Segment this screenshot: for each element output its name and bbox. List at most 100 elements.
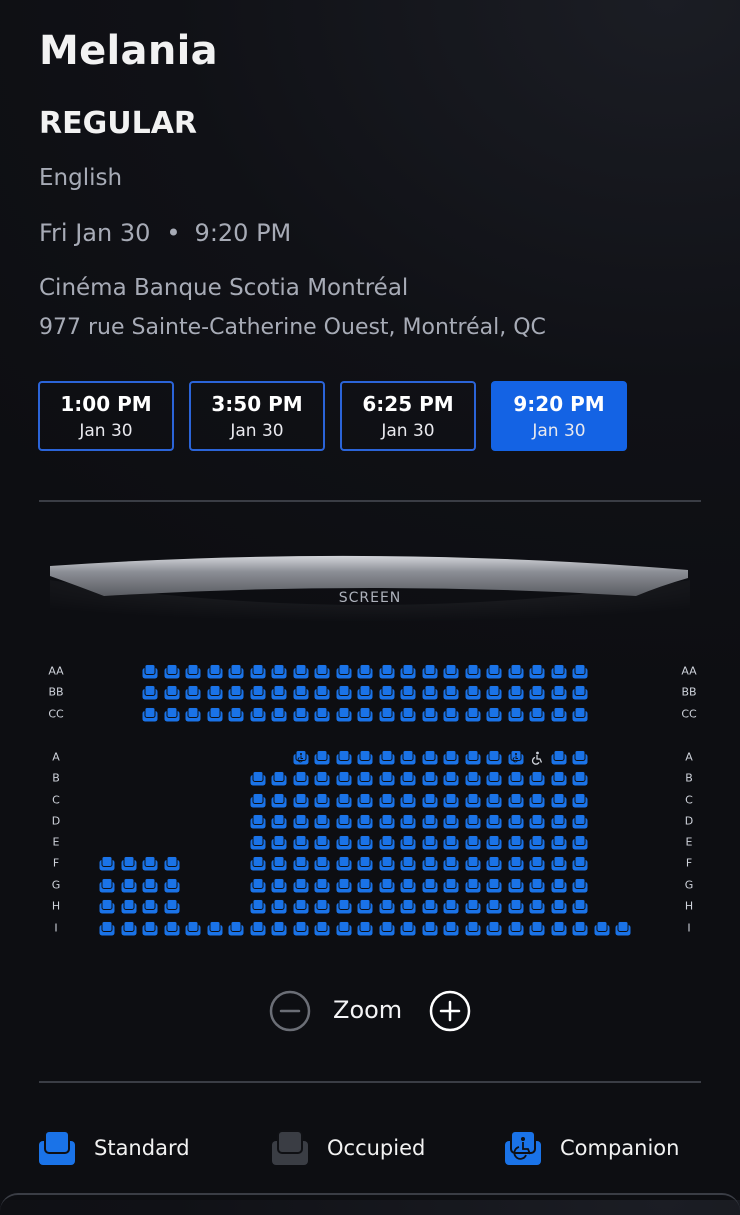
seat[interactable] <box>379 855 395 875</box>
seat[interactable] <box>207 663 223 683</box>
seat[interactable] <box>271 813 287 833</box>
seat[interactable] <box>271 920 287 940</box>
seat[interactable] <box>422 706 438 726</box>
seat[interactable] <box>228 920 244 940</box>
seat[interactable] <box>271 898 287 918</box>
seat[interactable] <box>443 877 459 897</box>
seat[interactable] <box>508 877 524 897</box>
seat[interactable] <box>465 684 481 704</box>
seat[interactable] <box>271 792 287 812</box>
seat[interactable] <box>465 898 481 918</box>
showtime-button-4-selected[interactable]: 9:20 PM Jan 30 <box>491 381 627 451</box>
seat[interactable] <box>465 855 481 875</box>
seat[interactable] <box>551 834 567 854</box>
seat[interactable] <box>443 663 459 683</box>
seat[interactable] <box>336 855 352 875</box>
seat[interactable] <box>400 834 416 854</box>
seat[interactable] <box>422 684 438 704</box>
seat[interactable] <box>551 920 567 940</box>
seat[interactable] <box>400 855 416 875</box>
seat[interactable] <box>443 792 459 812</box>
seat[interactable] <box>486 877 502 897</box>
seat[interactable] <box>293 877 309 897</box>
seat[interactable] <box>99 920 115 940</box>
seat[interactable] <box>336 877 352 897</box>
seat[interactable] <box>228 663 244 683</box>
seat[interactable] <box>271 855 287 875</box>
seat[interactable] <box>336 834 352 854</box>
seat[interactable] <box>529 834 545 854</box>
seat[interactable] <box>572 877 588 897</box>
seat[interactable] <box>185 684 201 704</box>
seat[interactable] <box>529 813 545 833</box>
seat[interactable] <box>250 663 266 683</box>
seat[interactable] <box>422 877 438 897</box>
seat[interactable] <box>357 706 373 726</box>
seat[interactable] <box>379 813 395 833</box>
seat[interactable] <box>551 877 567 897</box>
seat[interactable] <box>422 749 438 769</box>
seat[interactable] <box>572 770 588 790</box>
seat[interactable] <box>250 792 266 812</box>
seat[interactable] <box>572 920 588 940</box>
seat[interactable] <box>336 663 352 683</box>
seat[interactable] <box>164 663 180 683</box>
seat[interactable] <box>336 813 352 833</box>
theater-name[interactable]: Cinéma Banque Scotia Montréal <box>39 275 408 301</box>
seat[interactable] <box>551 898 567 918</box>
seat[interactable] <box>314 663 330 683</box>
seat[interactable] <box>271 877 287 897</box>
seat[interactable] <box>400 792 416 812</box>
seat[interactable] <box>486 663 502 683</box>
seat[interactable] <box>164 877 180 897</box>
seat[interactable] <box>142 920 158 940</box>
seat[interactable] <box>357 770 373 790</box>
seat[interactable] <box>293 684 309 704</box>
seat[interactable] <box>250 898 266 918</box>
seat[interactable] <box>207 684 223 704</box>
seat[interactable] <box>164 684 180 704</box>
seat[interactable] <box>314 813 330 833</box>
seat[interactable] <box>443 855 459 875</box>
seat[interactable] <box>529 663 545 683</box>
seat[interactable] <box>293 663 309 683</box>
seat[interactable] <box>572 813 588 833</box>
seat[interactable] <box>185 706 201 726</box>
seat[interactable] <box>314 770 330 790</box>
seat[interactable] <box>572 855 588 875</box>
seat[interactable] <box>314 706 330 726</box>
seat[interactable] <box>164 706 180 726</box>
seat[interactable] <box>336 749 352 769</box>
seat[interactable] <box>572 792 588 812</box>
seat[interactable] <box>529 792 545 812</box>
seat[interactable] <box>142 663 158 683</box>
seat[interactable] <box>357 684 373 704</box>
seat[interactable] <box>336 792 352 812</box>
seat[interactable] <box>400 684 416 704</box>
seat[interactable] <box>486 770 502 790</box>
seat[interactable] <box>336 898 352 918</box>
seat[interactable] <box>486 834 502 854</box>
seat[interactable] <box>443 684 459 704</box>
seat[interactable] <box>529 684 545 704</box>
seat[interactable] <box>379 749 395 769</box>
seat[interactable] <box>142 877 158 897</box>
seat[interactable] <box>121 855 137 875</box>
seat[interactable] <box>486 920 502 940</box>
seat[interactable] <box>99 877 115 897</box>
seat[interactable] <box>185 663 201 683</box>
seat[interactable] <box>164 898 180 918</box>
seat[interactable] <box>422 770 438 790</box>
seat[interactable] <box>465 813 481 833</box>
seat[interactable] <box>293 898 309 918</box>
seat[interactable] <box>379 792 395 812</box>
seat[interactable] <box>357 749 373 769</box>
seat[interactable] <box>357 663 373 683</box>
seat[interactable] <box>551 663 567 683</box>
seat[interactable] <box>121 898 137 918</box>
seat[interactable] <box>465 834 481 854</box>
seat[interactable] <box>529 706 545 726</box>
seat[interactable] <box>185 920 201 940</box>
seat[interactable] <box>228 706 244 726</box>
seat[interactable] <box>99 898 115 918</box>
